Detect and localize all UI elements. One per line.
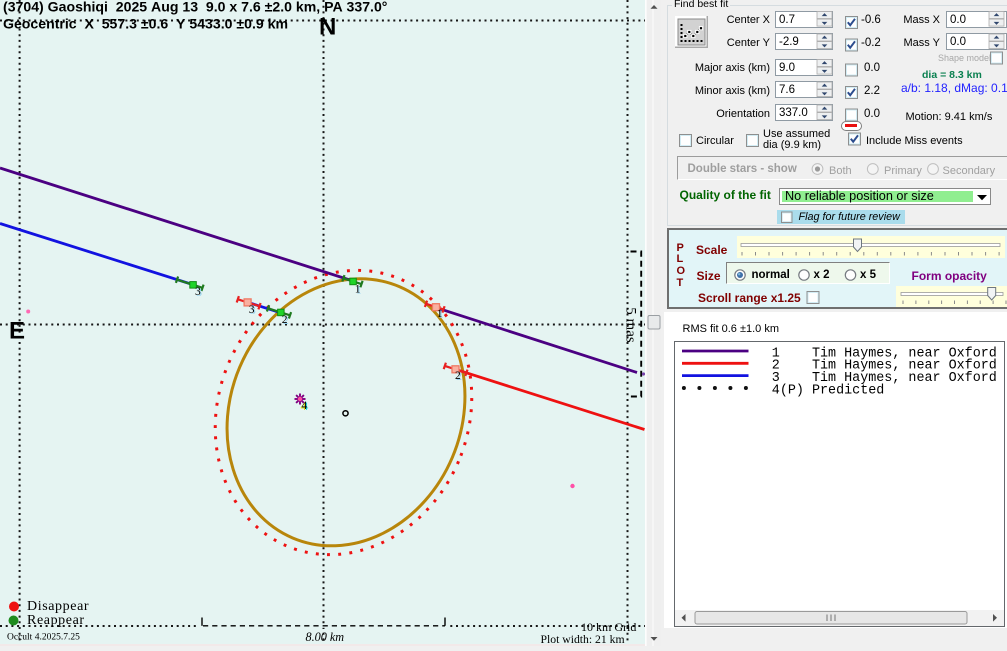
svg-text:3: 3 bbox=[249, 304, 255, 316]
svg-text:1: 1 bbox=[437, 308, 443, 320]
svg-text:4(P) Predicted: 4(P) Predicted bbox=[771, 383, 884, 398]
svg-text:E: E bbox=[9, 318, 25, 345]
svg-text:1: 1 bbox=[355, 284, 361, 296]
svg-text:Geocentric X 557.3 ±0.6 Y 5: Geocentric X 557.3 ±0.6 Y 5433.0 ±0.9 km bbox=[3, 16, 288, 32]
svg-text:2: 2 bbox=[282, 314, 288, 326]
svg-text:Disappear: Disappear bbox=[27, 599, 89, 614]
svg-text:2: 2 bbox=[455, 370, 461, 382]
svg-text:10 km Grid: 10 km Grid bbox=[581, 620, 636, 634]
svg-text:5 mas: 5 mas bbox=[623, 307, 639, 343]
svg-text:3: 3 bbox=[195, 286, 201, 298]
svg-text:Reappear: Reappear bbox=[27, 613, 85, 628]
svg-text:8.00 km: 8.00 km bbox=[306, 630, 345, 644]
svg-text:Occult 4.2025.7.25: Occult 4.2025.7.25 bbox=[7, 633, 80, 643]
svg-text:(3704) Gaoshiqi 2025 Aug 13: (3704) Gaoshiqi 2025 Aug 13 9.0 x 7.6 ±2… bbox=[3, 0, 388, 15]
svg-text:N: N bbox=[319, 14, 336, 41]
